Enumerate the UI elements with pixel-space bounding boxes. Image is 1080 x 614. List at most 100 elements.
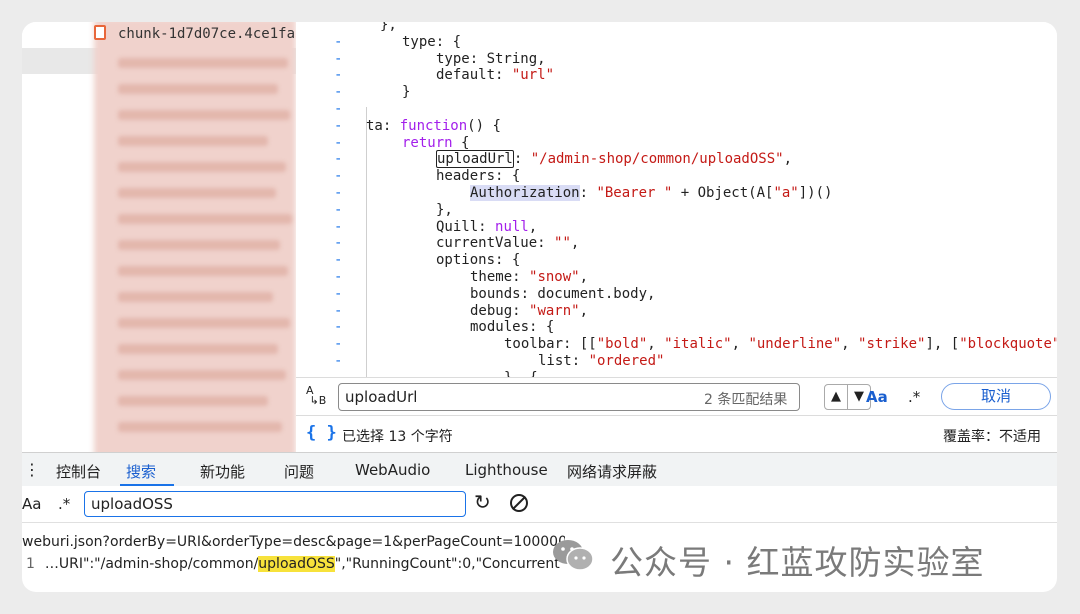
code-line[interactable]: - return { <box>296 135 1057 152</box>
code-line[interactable]: - list: "ordered" <box>296 353 1057 370</box>
match-case-button[interactable]: Aa <box>866 388 888 406</box>
code-token: , <box>579 269 589 285</box>
code-line[interactable]: -} <box>296 84 1057 101</box>
code-editor[interactable]: }, - type: {- type: String, - default: "url" -… <box>296 22 1057 377</box>
code-text: bounds: document.body, <box>470 286 655 303</box>
watermark: 公众号 · 红蓝攻防实验室 <box>552 530 1052 582</box>
gutter-marker: - <box>334 252 343 269</box>
code-text: toolbar: [["bold", "italic", "underline"… <box>504 336 1057 353</box>
code-token: uploadUrl <box>436 150 514 169</box>
search-result-file[interactable]: weburi.json?orderBy=URI&orderType=desc&p… <box>22 534 565 550</box>
code-line[interactable]: - toolbar: [["bold", "italic", "underline… <box>296 336 1057 353</box>
gutter-marker: - <box>334 370 342 377</box>
code-text: type: { <box>402 34 461 51</box>
find-prev-button[interactable]: ▲ <box>824 384 848 410</box>
code-line[interactable]: }, <box>296 22 1057 34</box>
code-text: }, { <box>504 370 538 377</box>
search-regex-button[interactable]: .* <box>58 495 70 513</box>
code-token: }, { <box>504 370 538 377</box>
code-token: currentValue: <box>436 235 555 252</box>
code-token: Quill: <box>436 218 496 235</box>
more-options-icon[interactable]: ⋮ <box>24 460 40 479</box>
code-text: debug: "warn", <box>470 303 588 320</box>
file-tree[interactable]: chunk-1d7d07ce.4ce1fa5 <box>22 22 296 452</box>
gutter-marker: - <box>334 353 343 369</box>
wechat-logo-icon <box>553 540 594 571</box>
gutter-marker: - <box>334 319 343 336</box>
tab-whats-new[interactable]: 新功能 <box>200 461 245 482</box>
code-text: Quill: null, <box>436 219 537 236</box>
redacted-row <box>118 422 282 432</box>
code-line[interactable]: - bounds: document.body, <box>296 286 1057 303</box>
code-text: modules: { <box>470 319 554 336</box>
code-token: toolbar: [[ <box>504 336 597 353</box>
gutter-marker: - <box>334 269 343 285</box>
code-text: headers: { <box>436 168 520 185</box>
gutter-marker: - <box>334 101 343 117</box>
tab-webaudio[interactable]: WebAudio <box>355 461 430 479</box>
selection-info: 已选择 13 个字符 <box>342 429 453 445</box>
redacted-row <box>118 344 278 354</box>
code-line[interactable]: - theme: "snow", <box>296 269 1057 286</box>
code-text: }, <box>380 22 397 34</box>
code-line[interactable]: - ta: function() { <box>296 118 1057 135</box>
tab-issues[interactable]: 问题 <box>284 461 314 482</box>
regex-button[interactable]: .* <box>908 388 920 406</box>
tab-console[interactable]: 控制台 <box>56 461 101 482</box>
gutter-marker: - <box>334 302 343 319</box>
code-line[interactable]: -}, <box>296 202 1057 219</box>
code-line[interactable]: - uploadUrl: "/admin-shop/common/uploadOS… <box>296 150 1057 169</box>
code-token: type: { <box>402 33 462 50</box>
file-icon <box>94 25 106 40</box>
drawer-tabs: ⋮ 控制台 搜索 新功能 问题 WebAudio Lighthouse 网络请求… <box>22 452 1057 487</box>
code-line[interactable]: - options: { <box>296 252 1057 269</box>
redacted-row <box>118 370 286 380</box>
code-token: "a" <box>773 185 799 201</box>
tab-search[interactable]: 搜索 <box>126 461 156 482</box>
status-bar: { } 已选择 13 个字符 覆盖率：不适用 <box>296 415 1057 451</box>
code-line[interactable]: - headers: { <box>296 168 1057 185</box>
code-line[interactable]: - default: "url" <box>296 67 1057 84</box>
code-line[interactable]: - Authorization: "Bearer " + Object(A["a"… <box>296 185 1057 202</box>
code-token: null <box>495 218 529 235</box>
find-bar: A ↳B uploadUrl 2 条匹配结果 ▲ ▼ Aa .* 取消 <box>296 377 1057 416</box>
file-tree-item[interactable]: chunk-1d7d07ce.4ce1fa5 <box>118 26 296 42</box>
code-line[interactable]: - currentValue: "", <box>296 235 1057 252</box>
code-token: , <box>731 336 749 353</box>
code-token: "bold" <box>596 336 648 353</box>
tab-lighthouse[interactable]: Lighthouse <box>465 461 548 479</box>
find-match-count: 2 条匹配结果 <box>704 392 788 408</box>
code-token: "snow" <box>529 269 580 285</box>
cancel-button[interactable]: 取消 <box>941 383 1051 410</box>
code-line[interactable]: - debug: "warn", <box>296 303 1057 320</box>
code-token: headers: { <box>436 168 521 185</box>
code-token: "warn" <box>529 302 580 319</box>
code-line[interactable]: - type: { <box>296 34 1057 51</box>
search-match-case-button[interactable]: Aa <box>22 495 41 513</box>
code-token: ])() <box>798 185 833 201</box>
replace-toggle-icon[interactable]: A ↳B <box>306 385 326 406</box>
code-token: "blockquote" <box>959 336 1057 353</box>
search-input[interactable]: uploadOSS <box>84 491 466 517</box>
code-text: }, <box>436 202 453 219</box>
code-line[interactable]: - type: String, <box>296 51 1057 68</box>
code-line[interactable]: - }, { <box>296 370 1057 377</box>
code-text: ta: function() { <box>366 118 501 135</box>
pretty-print-icon[interactable]: { } <box>306 423 337 443</box>
code-token: function <box>399 117 468 134</box>
code-line[interactable]: - Quill: null, <box>296 219 1057 236</box>
code-line[interactable]: - modules: { <box>296 319 1057 336</box>
code-line[interactable]: - <box>296 101 1057 118</box>
code-token: , <box>570 235 580 252</box>
tab-network-request-blocking[interactable]: 网络请求屏蔽 <box>567 461 657 482</box>
clear-icon[interactable] <box>510 494 528 512</box>
code-text: } <box>402 84 410 101</box>
code-text: uploadUrl: "/admin-shop/common/uploadOSS… <box>436 150 793 169</box>
redacted-row <box>118 136 268 146</box>
search-result-line[interactable]: 1 …URI":"/admin-shop/common/uploadOSS","R… <box>26 556 567 572</box>
refresh-icon[interactable]: ↻ <box>474 490 491 514</box>
code-token: , <box>783 151 793 168</box>
gutter-marker: - <box>334 201 343 218</box>
code-token: "underline" <box>748 336 842 353</box>
code-token: return <box>402 134 453 151</box>
